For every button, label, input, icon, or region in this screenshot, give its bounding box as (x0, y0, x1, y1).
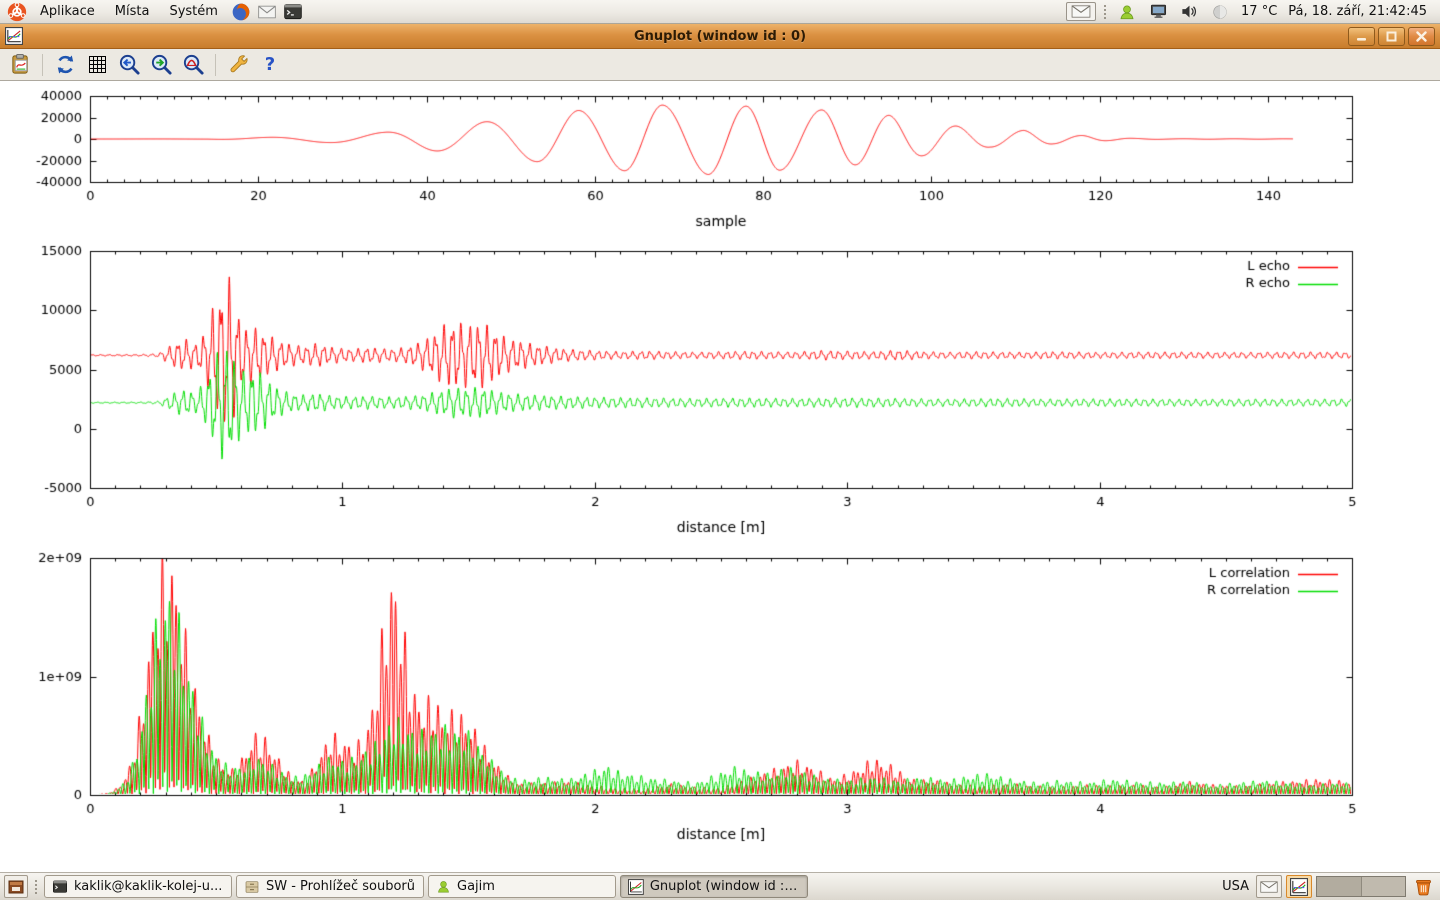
gnuplot-icon (1290, 878, 1308, 896)
mail-tray-icon[interactable] (1066, 2, 1096, 21)
refresh-button[interactable] (51, 52, 79, 78)
keyboard-layout-indicator[interactable]: USA (1219, 879, 1252, 894)
mail-icon (1260, 881, 1278, 893)
gnuplot-icon (628, 879, 644, 895)
terminal-launcher-icon[interactable] (281, 0, 305, 24)
clock-applet[interactable]: Pá, 18. září, 21:42:45 (1285, 4, 1430, 19)
toolbar-separator (215, 54, 216, 76)
menu-places-label: Místa (115, 4, 150, 19)
menu-applications-label: Aplikace (40, 4, 95, 19)
workspace-1[interactable] (1317, 877, 1361, 896)
zoom-next-button[interactable] (147, 52, 175, 78)
task-label: kaklik@kaklik-kolej-u... (74, 879, 222, 894)
grid-icon (89, 56, 106, 73)
minimize-button[interactable] (1348, 27, 1375, 46)
system-tray: 17 °C Pá, 18. září, 21:42:45 (1066, 0, 1436, 24)
task-label: SW - Prohlížeč souborů (266, 879, 415, 894)
gnuplot-window-list-button[interactable] (1286, 875, 1312, 898)
tray-separator (1103, 4, 1107, 19)
grid-toggle-button[interactable] (83, 52, 111, 78)
bottom-taskbar: kaklik@kaklik-kolej-u... SW - Prohlížeč … (0, 872, 1440, 900)
settings-button[interactable] (224, 52, 252, 78)
task-label: Gajim (457, 879, 495, 894)
menu-applications[interactable]: Aplikace (30, 0, 105, 24)
volume-icon[interactable] (1177, 0, 1201, 24)
task-button-gajim[interactable]: Gajim (428, 875, 616, 898)
ubuntu-logo-icon[interactable] (5, 0, 29, 24)
taskbar-handle[interactable] (34, 879, 38, 894)
window-title: Gnuplot (window id : 0) (0, 29, 1440, 44)
gajim-icon (436, 879, 451, 894)
toolbar-separator (42, 54, 43, 76)
trash-applet-icon[interactable] (1411, 875, 1435, 899)
help-button[interactable]: ? (256, 52, 284, 78)
copy-plot-button[interactable] (6, 52, 34, 78)
task-label: Gnuplot (window id : 0) (650, 879, 800, 894)
task-button-gnuplot[interactable]: Gnuplot (window id : 0) (620, 875, 808, 898)
workspace-switcher (1316, 876, 1406, 897)
task-button-terminal[interactable]: kaklik@kaklik-kolej-u... (44, 875, 232, 898)
menu-system[interactable]: Systém (159, 0, 227, 24)
workspace-2[interactable] (1361, 877, 1405, 896)
zoom-previous-button[interactable] (115, 52, 143, 78)
weather-icon[interactable] (1208, 0, 1232, 24)
help-icon: ? (265, 56, 275, 74)
task-button-file-manager[interactable]: SW - Prohlížeč souborů (236, 875, 424, 898)
file-manager-icon (244, 879, 260, 895)
maximize-button[interactable] (1378, 27, 1405, 46)
close-button[interactable] (1408, 27, 1435, 46)
terminal-icon (52, 879, 68, 895)
firefox-icon[interactable] (229, 0, 253, 24)
show-desktop-button[interactable] (4, 875, 28, 898)
display-icon[interactable] (1146, 0, 1170, 24)
mail-launcher-icon[interactable] (255, 0, 279, 24)
plot-correlation[interactable] (0, 550, 1440, 845)
gnuplot-toolbar: ? (0, 49, 1440, 81)
plot-sample-waveform[interactable] (0, 86, 1440, 243)
plot-echo[interactable] (0, 243, 1440, 543)
mail-window-button[interactable] (1256, 875, 1282, 898)
window-titlebar[interactable]: Gnuplot (window id : 0) (0, 24, 1440, 49)
unzoom-button[interactable] (179, 52, 207, 78)
menu-places[interactable]: Místa (105, 0, 160, 24)
temperature-applet[interactable]: 17 °C (1238, 4, 1280, 19)
gajim-status-icon[interactable] (1115, 0, 1139, 24)
top-panel: Aplikace Místa Systém (0, 0, 1440, 24)
menu-system-label: Systém (169, 4, 217, 19)
